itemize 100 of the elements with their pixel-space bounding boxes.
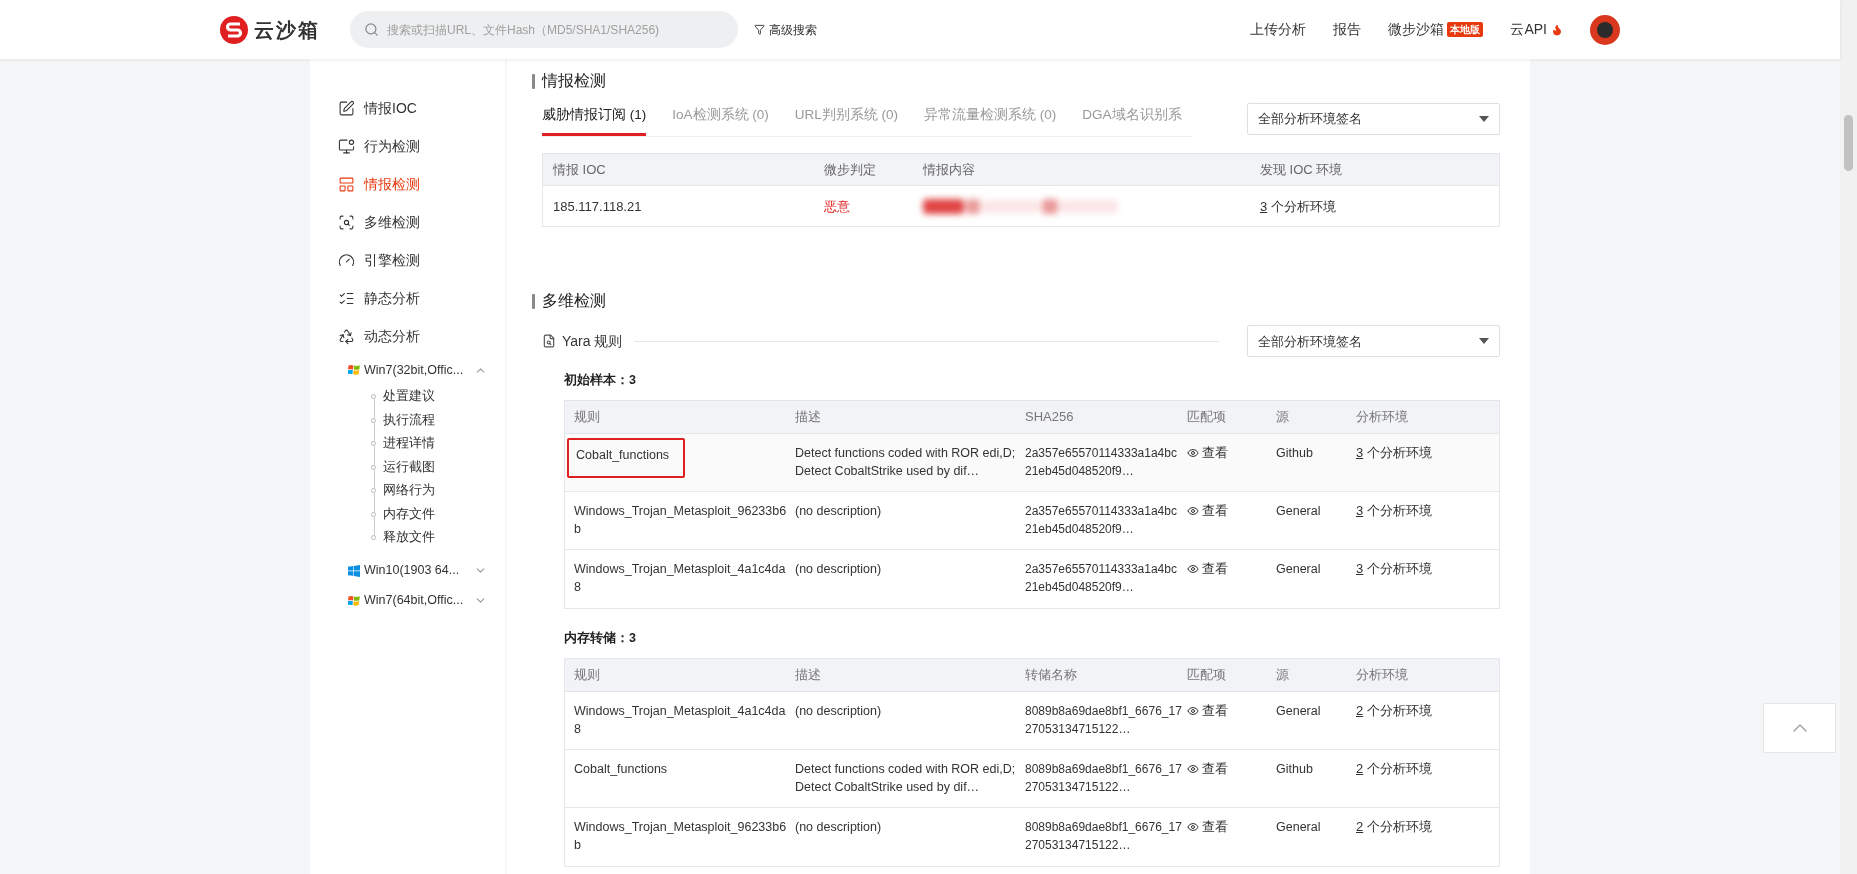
sidebar-item[interactable]: 静态分析 <box>310 279 505 317</box>
environment-item[interactable]: Win7(64bit,Offic... <box>310 585 505 616</box>
search-icon <box>364 22 379 37</box>
environment-count-link[interactable]: 2 个分析环境 <box>1356 760 1432 776</box>
monitor-icon <box>338 137 355 155</box>
logo-icon <box>220 15 248 44</box>
description-cell-text: (no description) <box>795 503 883 520</box>
nav-link[interactable]: 云API <box>1510 19 1547 40</box>
environment-count-link[interactable]: 3 个分析环境 <box>1356 445 1432 460</box>
view-match-button[interactable]: 查看 <box>1187 502 1228 520</box>
environment-item[interactable]: Win7(32bit,Offic... <box>310 355 505 385</box>
column-header: 发现 IOC 环境 <box>1260 161 1344 179</box>
column-header: 转储名称 <box>1025 666 1078 684</box>
dropdown-caret-icon <box>1479 338 1489 345</box>
tab[interactable]: 威胁情报订阅 (1) <box>542 103 647 137</box>
sidebar-item[interactable]: 行为检测 <box>310 127 505 165</box>
windows-logo-icon <box>348 564 360 577</box>
cycle-icon <box>338 327 355 345</box>
sub-menu-item[interactable]: 运行截图 <box>373 455 505 479</box>
environment-count-link[interactable]: 3 个分析环境 <box>1356 561 1432 576</box>
hash-cell-text: 2a357e65570114333a1a4bc21eb45d048520f9… <box>1025 503 1178 538</box>
sub-menu-item[interactable]: 执行流程 <box>373 408 505 432</box>
view-match-button[interactable]: 查看 <box>1187 560 1228 578</box>
rule-cell-text: Cobalt_functions <box>574 760 669 778</box>
yara-title: Yara 规则 <box>562 331 623 351</box>
view-match-button[interactable]: 查看 <box>1187 817 1228 836</box>
sub-menu-item[interactable]: 释放文件 <box>373 526 505 550</box>
eye-icon <box>1187 563 1199 575</box>
environment-count-link[interactable]: 3 个分析环境 <box>1356 503 1432 518</box>
windows-flag-icon <box>348 364 360 376</box>
column-header: 分析环境 <box>1356 408 1409 427</box>
column-header: SHA256 <box>1025 408 1075 427</box>
logo-text: 云沙箱 <box>254 17 320 43</box>
file-search-icon <box>542 334 556 349</box>
eye-icon <box>1187 447 1199 459</box>
environment-count-link[interactable]: 3 个分析环境 <box>1260 198 1336 214</box>
section-marker <box>532 73 535 89</box>
sub-menu-item[interactable]: 进程详情 <box>373 432 505 456</box>
column-header: 微步判定 <box>824 161 877 179</box>
sidebar-item[interactable]: 情报IOC <box>310 89 505 127</box>
column-header: 描述 <box>795 408 822 427</box>
environment-select[interactable]: 全部分析环境签名 <box>1247 103 1500 135</box>
environment-count-link[interactable]: 2 个分析环境 <box>1356 702 1432 718</box>
source-cell-text: General <box>1276 503 1322 520</box>
nav-link[interactable]: 微步沙箱 <box>1388 19 1445 40</box>
column-header: 规则 <box>573 666 601 684</box>
description-cell-text: (no description) <box>795 561 883 578</box>
eye-icon <box>1187 505 1199 517</box>
sub-menu-item[interactable]: 内存文件 <box>373 502 505 526</box>
section-title: 情报检测 <box>542 71 606 91</box>
environment-count-link[interactable]: 2 个分析环境 <box>1356 818 1432 834</box>
column-header: 分析环境 <box>1356 666 1409 684</box>
section-title: 多维检测 <box>542 291 606 312</box>
user-avatar[interactable] <box>1590 14 1620 45</box>
column-header: 源 <box>1276 408 1290 427</box>
description-cell-text: (no description) <box>795 702 883 720</box>
windows-flag-icon <box>348 594 360 607</box>
eye-icon <box>1187 762 1199 775</box>
hash-cell-text: 8089b8a69dae8bf1_6676_1727053134715122… <box>1025 818 1183 854</box>
view-match-button[interactable]: 查看 <box>1187 759 1228 778</box>
rule-cell-text: Windows_Trojan_Metasploit_96233b6b <box>574 503 788 538</box>
sub-menu-item[interactable]: 网络行为 <box>373 479 505 503</box>
description-cell-text: (no description) <box>795 818 883 836</box>
source-cell-text: General <box>1276 702 1322 720</box>
search-field[interactable]: 搜索或扫描URL、文件Hash（MD5/SHA1/SHA256) <box>350 11 738 48</box>
advanced-search-button[interactable]: 高级搜索 <box>754 20 817 39</box>
sub-menu-item[interactable]: 处置建议 <box>373 385 505 409</box>
source-cell-text: Github <box>1276 760 1314 778</box>
sidebar-item[interactable]: 引擎检测 <box>310 241 505 279</box>
description-cell-text: Detect functions coded with ROR edi,D; Detect CobaltStrike used by dif… <box>795 760 1017 796</box>
source-cell-text: Github <box>1276 445 1314 462</box>
rule-cell: Cobalt_functions <box>567 438 685 478</box>
hash-cell-text: 8089b8a69dae8bf1_6676_1727053134715122… <box>1025 702 1183 738</box>
rule-cell-text: Windows_Trojan_Metasploit_4a1c4da8 <box>574 702 787 738</box>
nav-link[interactable]: 报告 <box>1333 19 1362 40</box>
sidebar-item[interactable]: 情报检测 <box>310 165 505 203</box>
nav-link[interactable]: 上传分析 <box>1250 19 1307 40</box>
flame-icon <box>1551 23 1563 36</box>
sidebar-item[interactable]: 多维检测 <box>310 203 505 241</box>
column-header: 规则 <box>573 408 601 427</box>
hash-cell-text: 2a357e65570114333a1a4bc21eb45d048520f9… <box>1025 445 1178 480</box>
verdict-label: 恶意 <box>824 198 850 214</box>
gauge-icon <box>338 251 355 269</box>
source-cell-text: General <box>1276 818 1322 836</box>
source-cell-text: General <box>1276 561 1322 578</box>
rule-cell-text: Windows_Trojan_Metasploit_4a1c4da8 <box>574 561 787 596</box>
description-cell-text: Detect functions coded with ROR edi,D; Detect CobaltStrike used by dif… <box>795 445 1017 480</box>
sidebar-item[interactable]: 动态分析 <box>310 317 505 355</box>
environment-item[interactable]: Win10(1903 64... <box>310 555 505 586</box>
dropdown-caret-icon <box>1479 116 1489 122</box>
environment-select[interactable]: 全部分析环境签名 <box>1247 325 1500 358</box>
group-title: 初始样本：3 <box>564 372 637 390</box>
scan-icon <box>338 213 355 231</box>
view-match-button[interactable]: 查看 <box>1187 701 1228 720</box>
view-match-button[interactable]: 查看 <box>1187 444 1228 462</box>
column-header: 情报内容 <box>923 161 976 179</box>
ioc-cell-text: 185.117.118.21 <box>552 197 643 216</box>
eye-icon <box>1187 704 1199 717</box>
local-version-badge: 本地版 <box>1447 22 1484 37</box>
column-header: 匹配项 <box>1187 666 1227 684</box>
